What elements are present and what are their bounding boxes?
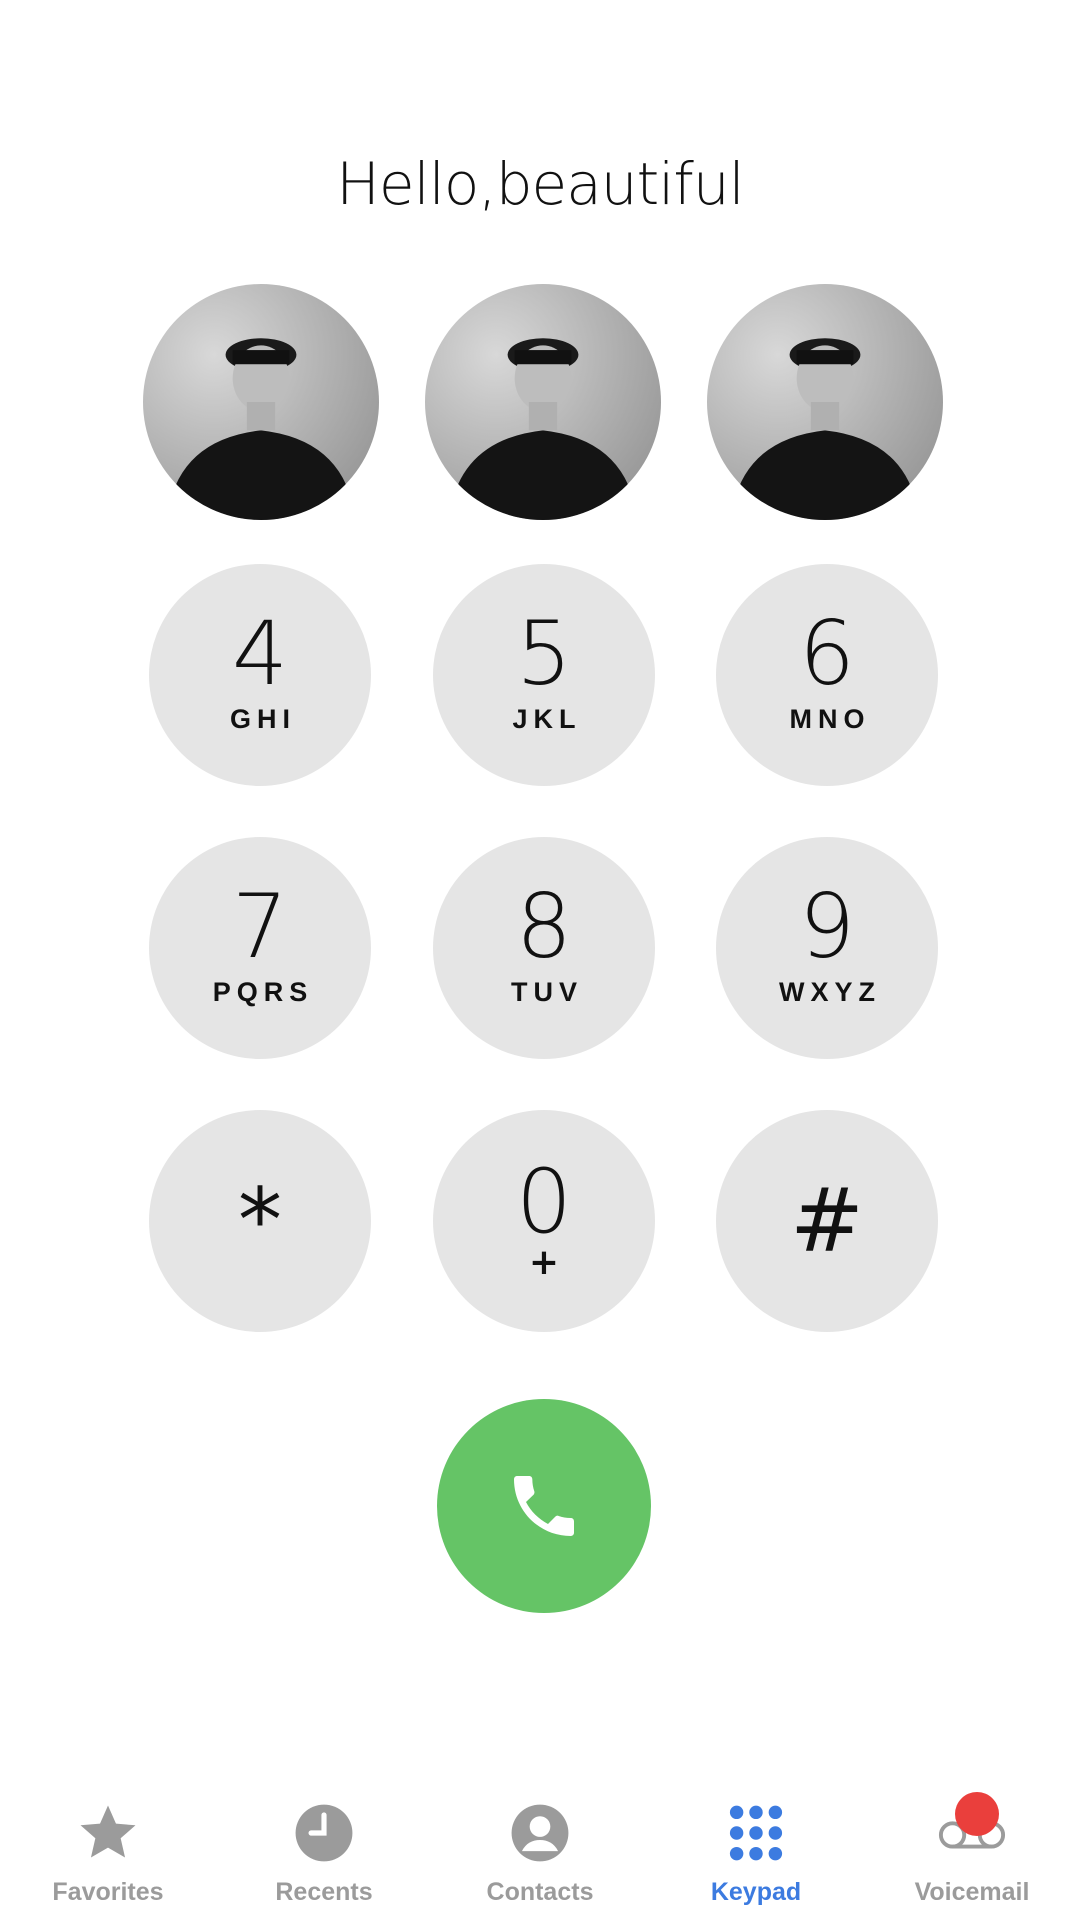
phone-icon (514, 1476, 574, 1536)
avatar[interactable] (143, 284, 379, 520)
key-0[interactable]: 0 + (433, 1110, 655, 1332)
key-digit: 8 (516, 874, 572, 978)
key-letters: GHI (229, 703, 296, 734)
tab-favorites[interactable]: Favorites (0, 1798, 216, 1918)
person-photo-icon (730, 338, 920, 520)
tab-voicemail[interactable]: Voicemail (864, 1792, 1080, 1918)
key-star[interactable]: * (149, 1110, 371, 1332)
key-7[interactable]: 7 PQRS (149, 837, 371, 1059)
key-digit: 9 (799, 874, 855, 978)
avatar[interactable] (707, 284, 943, 520)
person-photo-icon (166, 338, 356, 520)
key-letters: MNO (789, 703, 871, 734)
tab-bar: Favorites Recents Contacts Keypad Voicem… (0, 1778, 1080, 1920)
voicemail-badge (955, 1792, 999, 1836)
voicemail-icon (937, 1792, 1007, 1868)
key-digit: 4 (232, 601, 288, 705)
clock-icon (289, 1798, 359, 1868)
tab-label: Recents (275, 1878, 373, 1906)
key-letters: TUV (511, 976, 583, 1007)
key-letters: WXYZ (779, 976, 881, 1007)
favorites-row (0, 284, 1080, 520)
key-5[interactable]: 5 JKL (433, 564, 655, 786)
key-6[interactable]: 6 MNO (716, 564, 938, 786)
key-digit: 5 (516, 601, 572, 705)
tab-recents[interactable]: Recents (216, 1798, 432, 1918)
key-letters: JKL (512, 703, 582, 734)
key-4[interactable]: 4 GHI (149, 564, 371, 786)
tab-label: Voicemail (914, 1878, 1030, 1906)
person-icon (505, 1798, 575, 1868)
tab-contacts[interactable]: Contacts (432, 1798, 648, 1918)
key-letters: PQRS (212, 976, 314, 1007)
tab-label: Contacts (486, 1878, 594, 1906)
call-button[interactable] (437, 1399, 651, 1613)
key-digit: 7 (232, 874, 288, 978)
avatar[interactable] (425, 284, 661, 520)
key-digit: 6 (799, 601, 855, 705)
tab-label: Favorites (52, 1878, 164, 1906)
keypad-icon (721, 1798, 791, 1868)
person-photo-icon (448, 338, 638, 520)
key-letters: + (528, 1242, 560, 1283)
greeting-title: Hello,beautiful (336, 150, 744, 218)
key-digit: * (238, 1169, 282, 1272)
phone-keypad-screen: Hello,beautiful 4 GHI 5 JKL 6 MNO 7 PQRS… (0, 0, 1080, 1920)
key-hash[interactable]: # (716, 1110, 938, 1332)
key-8[interactable]: 8 TUV (433, 837, 655, 1059)
key-digit: # (790, 1169, 864, 1272)
key-digit: 0 (516, 1150, 572, 1253)
star-icon (73, 1798, 143, 1868)
tab-keypad[interactable]: Keypad (648, 1798, 864, 1918)
key-9[interactable]: 9 WXYZ (716, 837, 938, 1059)
tab-label: Keypad (710, 1878, 802, 1906)
